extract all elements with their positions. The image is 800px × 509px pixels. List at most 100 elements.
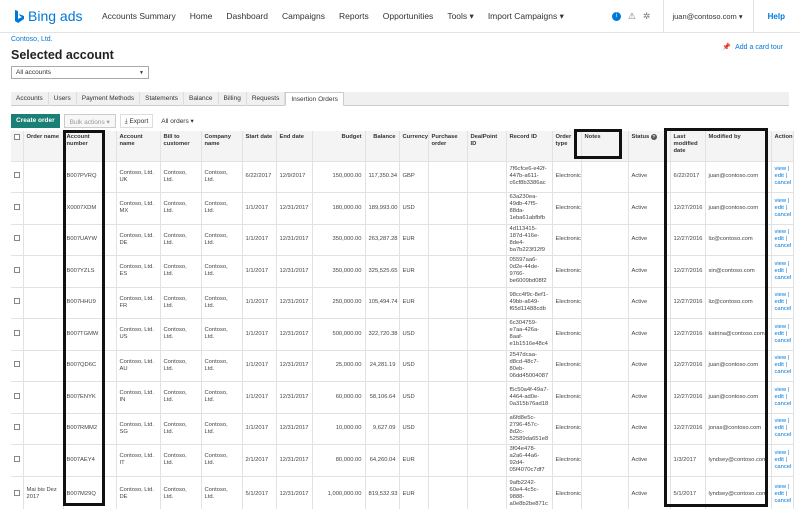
cell-order-type: Electronic (552, 192, 582, 225)
select-all-cell[interactable] (11, 131, 24, 162)
cell-account-number: B007QD6C (63, 350, 117, 382)
table-header-row: Order name Account number Account name B… (11, 131, 794, 162)
select-all-checkbox[interactable] (14, 134, 20, 140)
row-checkbox[interactable] (14, 203, 20, 210)
col-end-date[interactable]: End date (276, 131, 313, 162)
nav-campaigns[interactable]: Campaigns (275, 11, 332, 21)
col-last-modified-date[interactable]: Last modified date (670, 131, 706, 162)
cell-company-name: Contoso, Ltd. (201, 444, 243, 477)
cell-currency: GBP (399, 161, 429, 193)
cell-action[interactable]: view | edit | cancel (771, 350, 794, 382)
cell-action[interactable]: view | edit | cancel (771, 318, 794, 351)
tab-statements[interactable]: Statements (140, 92, 185, 106)
col-notes[interactable]: Notes (581, 131, 629, 162)
col-start-date[interactable]: Start date (242, 131, 277, 162)
row-checkbox[interactable] (14, 266, 20, 273)
bulk-actions-button[interactable]: Bulk actions ▾ (63, 114, 116, 128)
row-checkbox[interactable] (14, 392, 20, 399)
col-order-name[interactable]: Order name (23, 131, 64, 162)
row-checkbox[interactable] (14, 298, 20, 305)
cell-order-name (23, 381, 64, 414)
breadcrumb[interactable]: Contoso, Ltd. (11, 36, 53, 43)
table-row[interactable]: B007PVRQ Contoso, Ltd. UK Contoso, Ltd. Con… (11, 161, 794, 193)
col-account-number[interactable]: Account number (63, 131, 117, 162)
table-row[interactable]: B007ENYK Contoso, Ltd. IN Contoso, Ltd. Con… (11, 381, 794, 414)
warning-icon[interactable]: ⚠ (628, 11, 636, 22)
cell-bill-to-customer: Contoso, Ltd. (160, 444, 202, 477)
cell-balance: 105,494.74 (365, 287, 400, 319)
cell-action[interactable]: view | edit | cancel (771, 444, 794, 477)
col-record-id[interactable]: Record ID (506, 131, 553, 162)
col-purchase-order[interactable]: Purchase order (428, 131, 468, 162)
table-row[interactable]: B007YZLS Contoso, Ltd. ES Contoso, Ltd. Con… (11, 255, 794, 288)
col-account-name[interactable]: Account name (116, 131, 161, 162)
table-row[interactable]: B007TGMW Contoso, Ltd. US Contoso, Ltd. Con… (11, 318, 794, 351)
row-checkbox[interactable] (14, 235, 20, 242)
tab-requests[interactable]: Requests (247, 92, 286, 106)
cell-action[interactable]: view | edit | cancel (771, 192, 794, 225)
all-orders-filter[interactable]: All orders ▾ (157, 114, 198, 128)
user-menu[interactable]: juan@contoso.com ▾ (672, 12, 742, 21)
table-row[interactable]: Mai bis Dez 2017 B007M29Q Contoso, Ltd. DE… (11, 476, 794, 509)
tab-balance[interactable]: Balance (184, 92, 219, 106)
col-bill-to-customer[interactable]: Bill to customer (160, 131, 202, 162)
cell-purchase-order (428, 192, 468, 225)
tab-billing[interactable]: Billing (219, 92, 247, 106)
row-checkbox[interactable] (14, 172, 20, 179)
col-order-type[interactable]: Order type (552, 131, 582, 162)
nav-opportunities[interactable]: Opportunities (376, 11, 441, 21)
tab-insertion-orders[interactable]: Insertion Orders (285, 92, 344, 106)
cell-action[interactable]: view | edit | cancel (771, 255, 794, 288)
tab-payment-methods[interactable]: Payment Methods (77, 92, 141, 106)
table-row[interactable]: X0007XDM Contoso, Ltd. MX Contoso, Ltd. Con… (11, 192, 794, 225)
cell-bill-to-customer: Contoso, Ltd. (160, 381, 202, 414)
cell-action[interactable]: view | edit | cancel (771, 381, 794, 414)
col-modified-by[interactable]: Modified by (705, 131, 772, 162)
tab-users[interactable]: Users (49, 92, 77, 106)
row-checkbox[interactable] (14, 455, 20, 462)
nav-reports[interactable]: Reports (332, 11, 376, 21)
col-company-name[interactable]: Company name (201, 131, 243, 162)
cell-company-name: Contoso, Ltd. (201, 224, 243, 256)
card-tour-link[interactable]: 📌 Add a card tour (722, 43, 783, 52)
cell-action[interactable]: view | edit | cancel (771, 161, 794, 193)
create-order-button[interactable]: Create order (11, 114, 60, 128)
col-currency[interactable]: Currency (399, 131, 429, 162)
col-dealpoint-id[interactable]: DealPoint ID (467, 131, 507, 162)
table-row[interactable]: B007QD6C Contoso, Ltd. AU Contoso, Ltd. Con… (11, 350, 794, 382)
info-icon[interactable]: i (611, 12, 621, 21)
help-icon[interactable]: ? (650, 134, 657, 140)
table-row[interactable]: B007RMM2 Contoso, Ltd. SG Contoso, Ltd. Con… (11, 413, 794, 445)
row-checkbox[interactable] (14, 424, 20, 431)
nav-accounts-summary[interactable]: Accounts Summary (95, 11, 183, 21)
tab-accounts[interactable]: Accounts (11, 92, 49, 106)
cell-balance: 322,720.38 (365, 318, 400, 351)
cell-account-number: B007ENYK (63, 381, 117, 414)
export-button[interactable]: ⤓ Export (119, 114, 154, 128)
col-status[interactable]: Status ? (628, 131, 671, 162)
col-budget[interactable]: Budget (312, 131, 366, 162)
tips-icon[interactable]: ✲ (643, 11, 651, 22)
row-checkbox[interactable] (14, 329, 20, 336)
table-row[interactable]: B007AEY4 Contoso, Ltd. IT Contoso, Ltd. Con… (11, 444, 794, 477)
nav-dashboard[interactable]: Dashboard (219, 11, 275, 21)
row-checkbox[interactable] (14, 489, 20, 496)
row-checkbox[interactable] (14, 361, 20, 368)
help-link[interactable]: Help (768, 12, 785, 21)
cell-action[interactable]: view | edit | cancel (771, 413, 794, 445)
col-balance[interactable]: Balance (365, 131, 400, 162)
cell-currency: EUR (399, 287, 429, 319)
table-row[interactable]: B007UAYW Contoso, Ltd. DE Contoso, Ltd. Con… (11, 224, 794, 256)
cell-action[interactable]: view | edit | cancel (771, 287, 794, 319)
account-select[interactable]: All accounts ▼ (11, 66, 149, 79)
cell-action[interactable]: view | edit | cancel (771, 224, 794, 256)
bing-ads-logo[interactable]: Bing ads (15, 8, 95, 24)
nav-tools[interactable]: Tools ▾ (440, 11, 481, 22)
cell-budget: 150,000.00 (312, 161, 366, 193)
cell-action[interactable]: view | edit | cancel (771, 476, 794, 509)
table-row[interactable]: B007HHU9 Contoso, Ltd. FR Contoso, Ltd. Con… (11, 287, 794, 319)
nav-home[interactable]: Home (183, 11, 220, 21)
nav-import-campaigns[interactable]: Import Campaigns ▾ (481, 11, 571, 22)
cell-end-date: 12/31/2017 (276, 413, 313, 445)
cell-last-modified-date: 1/3/2017 (670, 444, 706, 477)
